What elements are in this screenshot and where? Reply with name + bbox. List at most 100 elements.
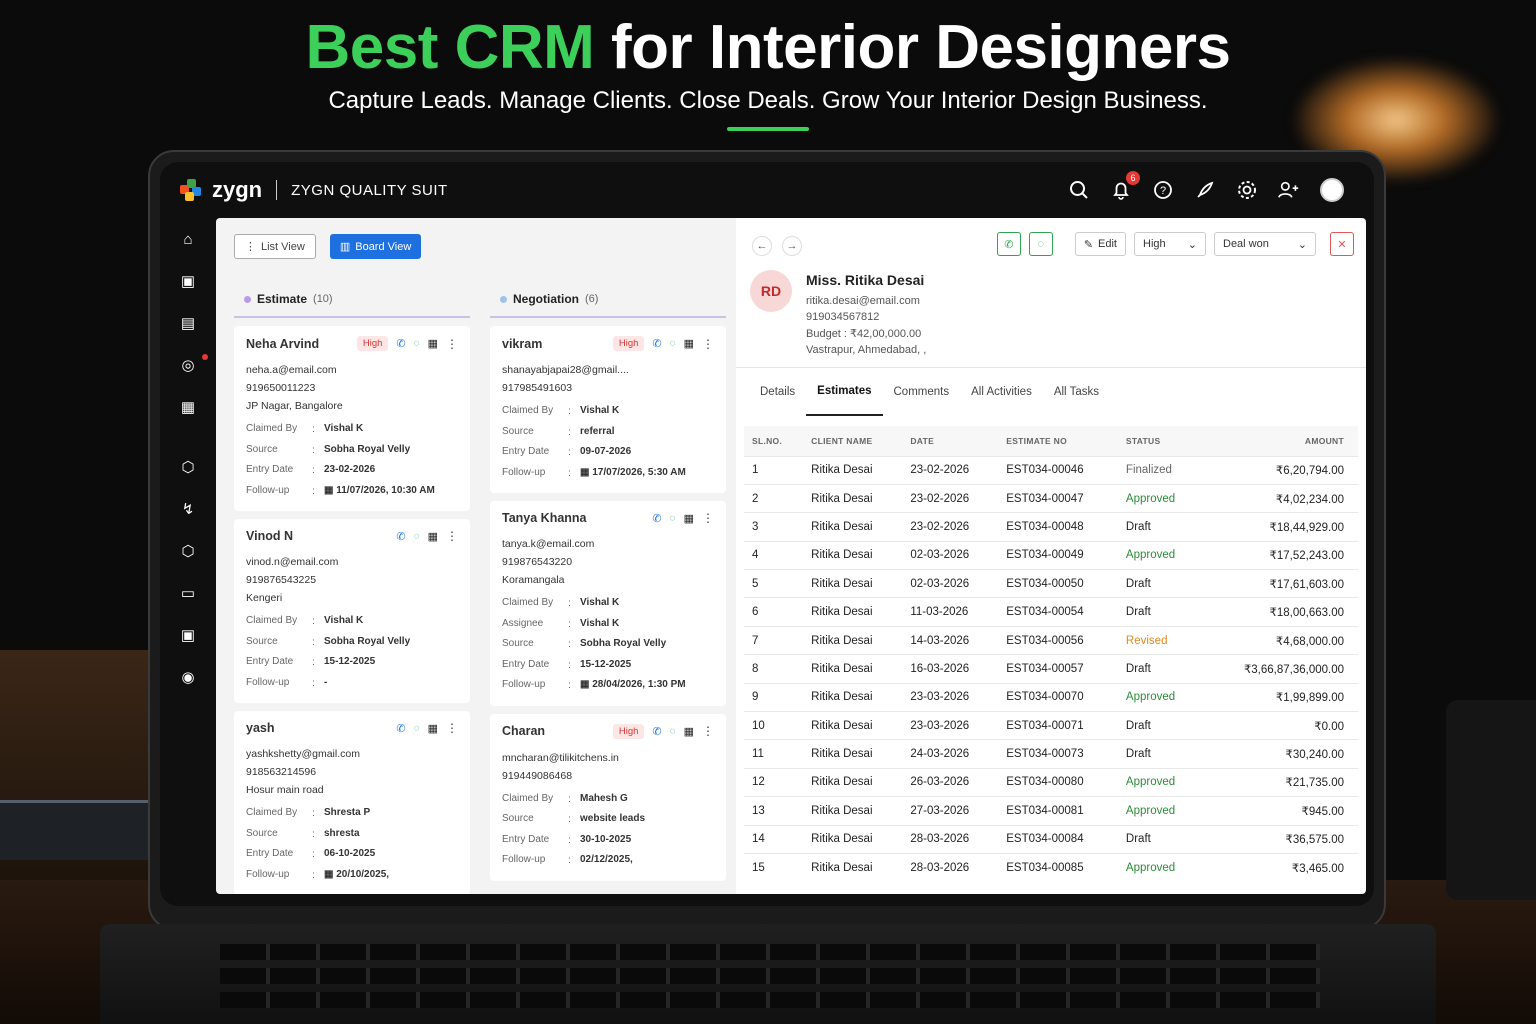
clipboard-icon[interactable]: ▣ [160,260,216,302]
lead-field: Follow-up: ▦ 20/10/2025, [246,865,458,886]
table-row[interactable]: 12 Ritika Desai 26-03-2026 EST034-00080 Appr… [744,767,1358,797]
add-user-icon[interactable] [1278,179,1300,201]
search-icon[interactable] [1068,179,1090,201]
tab-details[interactable]: Details [749,368,806,416]
app-logo[interactable]: zygn ZYGN QUALITY SUIT [180,177,448,203]
table-row[interactable]: 5 Ritika Desai 02-03-2026 EST034-00050 Draft… [744,569,1358,598]
phone-icon[interactable]: ✆ [396,337,405,350]
whatsapp-icon[interactable]: ◌ [670,726,676,737]
table-row[interactable]: 3 Ritika Desai 23-02-2026 EST034-00048 Draft… [744,512,1358,542]
stage-value: Deal won [1223,238,1269,250]
settings-circle-icon[interactable]: ◉ [160,656,216,698]
table-row[interactable]: 15 Ritika Desai 28-03-2026 EST034-00085 Appr… [744,852,1358,882]
table-row[interactable]: 1 Ritika Desai 23-02-2026 EST034-00046 Final… [744,455,1358,485]
calendar-icon[interactable]: ▦ [428,722,438,735]
lead-card[interactable]: Neha Arvind High ✆ ◌ ▦ ⋮ neha.a@email.com 91965… [234,326,470,511]
tab-all-activities[interactable]: All Activities [960,368,1043,416]
more-icon[interactable]: ⋮ [446,337,458,351]
whatsapp-icon[interactable]: ◌ [414,338,420,349]
table-row[interactable]: 8 Ritika Desai 16-03-2026 EST034-00057 Draft… [744,654,1358,684]
calendar-icon[interactable]: ▦ [684,725,694,738]
chat-dot [202,354,208,360]
field-value: 15-12-2025 [580,658,632,670]
phone-icon[interactable]: ✆ [652,337,661,350]
phone-icon[interactable]: ✆ [652,725,661,738]
whatsapp-icon[interactable]: ◌ [670,513,676,524]
field-value: ▦ 11/07/2026, 10:30 AM [324,484,435,496]
field-colon: : [568,813,571,825]
table-row[interactable]: 13 Ritika Desai 27-03-2026 EST034-00081 Appr… [744,796,1358,826]
table-row[interactable]: 14 Ritika Desai 28-03-2026 EST034-00084 Draf… [744,824,1358,854]
table-cell: Ritika Desai [803,455,903,485]
table-row[interactable]: 7 Ritika Desai 14-03-2026 EST034-00056 Revis… [744,625,1358,655]
lead-card[interactable]: yash ✆ ◌ ▦ ⋮ yashkshetty@gmail.com 91856321459… [234,711,470,894]
calendar-icon[interactable]: ▦ [428,530,438,543]
view-toggle: ⋮ List View ▥ Board View [234,234,422,259]
lead-card[interactable]: Vinod N ✆ ◌ ▦ ⋮ vinod.n@email.com 919876543225… [234,519,470,703]
lead-board: ⋮ List View ▥ Board View Estimate (10) Neha … [216,218,736,894]
close-button[interactable]: ✕ [1330,232,1354,256]
table-row[interactable]: 2 Ritika Desai 23-02-2026 EST034-00047 Appro… [744,483,1358,513]
client-budget: Budget : ₹42,00,000.00 [806,327,922,340]
whatsapp-icon[interactable]: ◌ [670,338,676,349]
lead-card[interactable]: Charan High ✆ ◌ ▦ ⋮ mncharan@tilikitchens.in 91… [490,713,726,881]
table-row[interactable]: 10 Ritika Desai 23-03-2026 EST034-00071 Draf… [744,711,1358,740]
next-arrow-icon[interactable]: → [782,236,802,256]
table-row[interactable]: 11 Ritika Desai 24-03-2026 EST034-00073 Draf… [744,739,1358,769]
lead-field: Follow-up: - [246,673,458,694]
table-cell: Ritika Desai [803,512,903,542]
calendar-icon[interactable]: ▦ [428,337,438,350]
phone-icon[interactable]: ✆ [396,722,405,735]
table-row[interactable]: 4 Ritika Desai 02-03-2026 EST034-00049 Appro… [744,540,1358,570]
lead-card[interactable]: vikram High ✆ ◌ ▦ ⋮ shanayabjapai28@gmail.... 9… [490,326,726,493]
table-cell: Draft [1117,569,1202,598]
more-icon[interactable]: ⋮ [446,529,458,543]
table-row[interactable]: 9 Ritika Desai 23-03-2026 EST034-00070 Appro… [744,682,1358,712]
more-icon[interactable]: ⋮ [702,724,714,738]
briefcase-icon[interactable]: ▭ [160,572,216,614]
more-icon[interactable]: ⋮ [446,721,458,735]
calendar-icon[interactable]: ▦ [684,512,694,525]
analytics-icon[interactable]: ↯ [160,488,216,530]
calendar-icon[interactable]: ▦ [684,337,694,350]
lead-location: Kengeri [246,592,283,604]
whatsapp-button[interactable]: ◌ [1028,232,1053,256]
more-icon[interactable]: ⋮ [702,337,714,351]
whatsapp-icon[interactable]: ◌ [414,723,420,734]
tasks-icon[interactable]: ▣ [160,614,216,656]
table-row[interactable]: 6 Ritika Desai 11-03-2026 EST034-00054 Draft… [744,597,1358,627]
phone-icon[interactable]: ✆ [652,512,661,525]
chat-icon[interactable]: ◎ [160,344,216,386]
field-value: 15-12-2025 [324,656,376,667]
lead-card[interactable]: Tanya Khanna ✆ ◌ ▦ ⋮ tanya.k@email.com 9198765… [490,501,726,706]
list-view-button[interactable]: ⋮ List View [234,234,316,259]
priority-select[interactable]: High ⌄ [1134,232,1206,256]
table-cell: EST034-00084 [998,824,1118,854]
prev-arrow-icon[interactable]: ← [752,236,772,256]
table-body: 1 Ritika Desai 23-02-2026 EST034-00046 Final… [744,455,1358,882]
phone-icon[interactable]: ✆ [396,530,405,543]
tab-estimates[interactable]: Estimates [806,368,883,416]
cube-icon[interactable]: ⬡ [160,446,216,488]
help-icon[interactable]: ? [1152,179,1174,201]
card-header: Vinod N ✆ ◌ ▦ ⋮ [246,529,458,543]
user-avatar[interactable] [1320,178,1344,202]
call-button[interactable]: ✆ [996,232,1021,256]
notes-icon[interactable]: ▤ [160,302,216,344]
more-icon[interactable]: ⋮ [702,511,714,525]
edit-button[interactable]: ✎ Edit [1074,232,1126,256]
whatsapp-icon[interactable]: ◌ [414,531,420,542]
gear-icon[interactable] [1236,179,1258,201]
tab-all-tasks[interactable]: All Tasks [1043,368,1110,416]
rocket-icon[interactable] [1194,179,1216,201]
stage-select[interactable]: Deal won ⌄ [1214,232,1316,256]
lead-phone: 917985491603 [502,382,573,394]
home-icon[interactable]: ⌂ [160,218,216,260]
tab-comments[interactable]: Comments [883,368,961,416]
bell-icon[interactable]: 6 [1110,171,1140,201]
box-icon[interactable]: ⬡ [160,530,216,572]
board-view-button[interactable]: ▥ Board View [329,234,422,259]
field-label: Source [246,635,278,647]
calendar-icon[interactable]: ▦ [160,386,216,428]
table-cell: 9 [744,682,804,712]
